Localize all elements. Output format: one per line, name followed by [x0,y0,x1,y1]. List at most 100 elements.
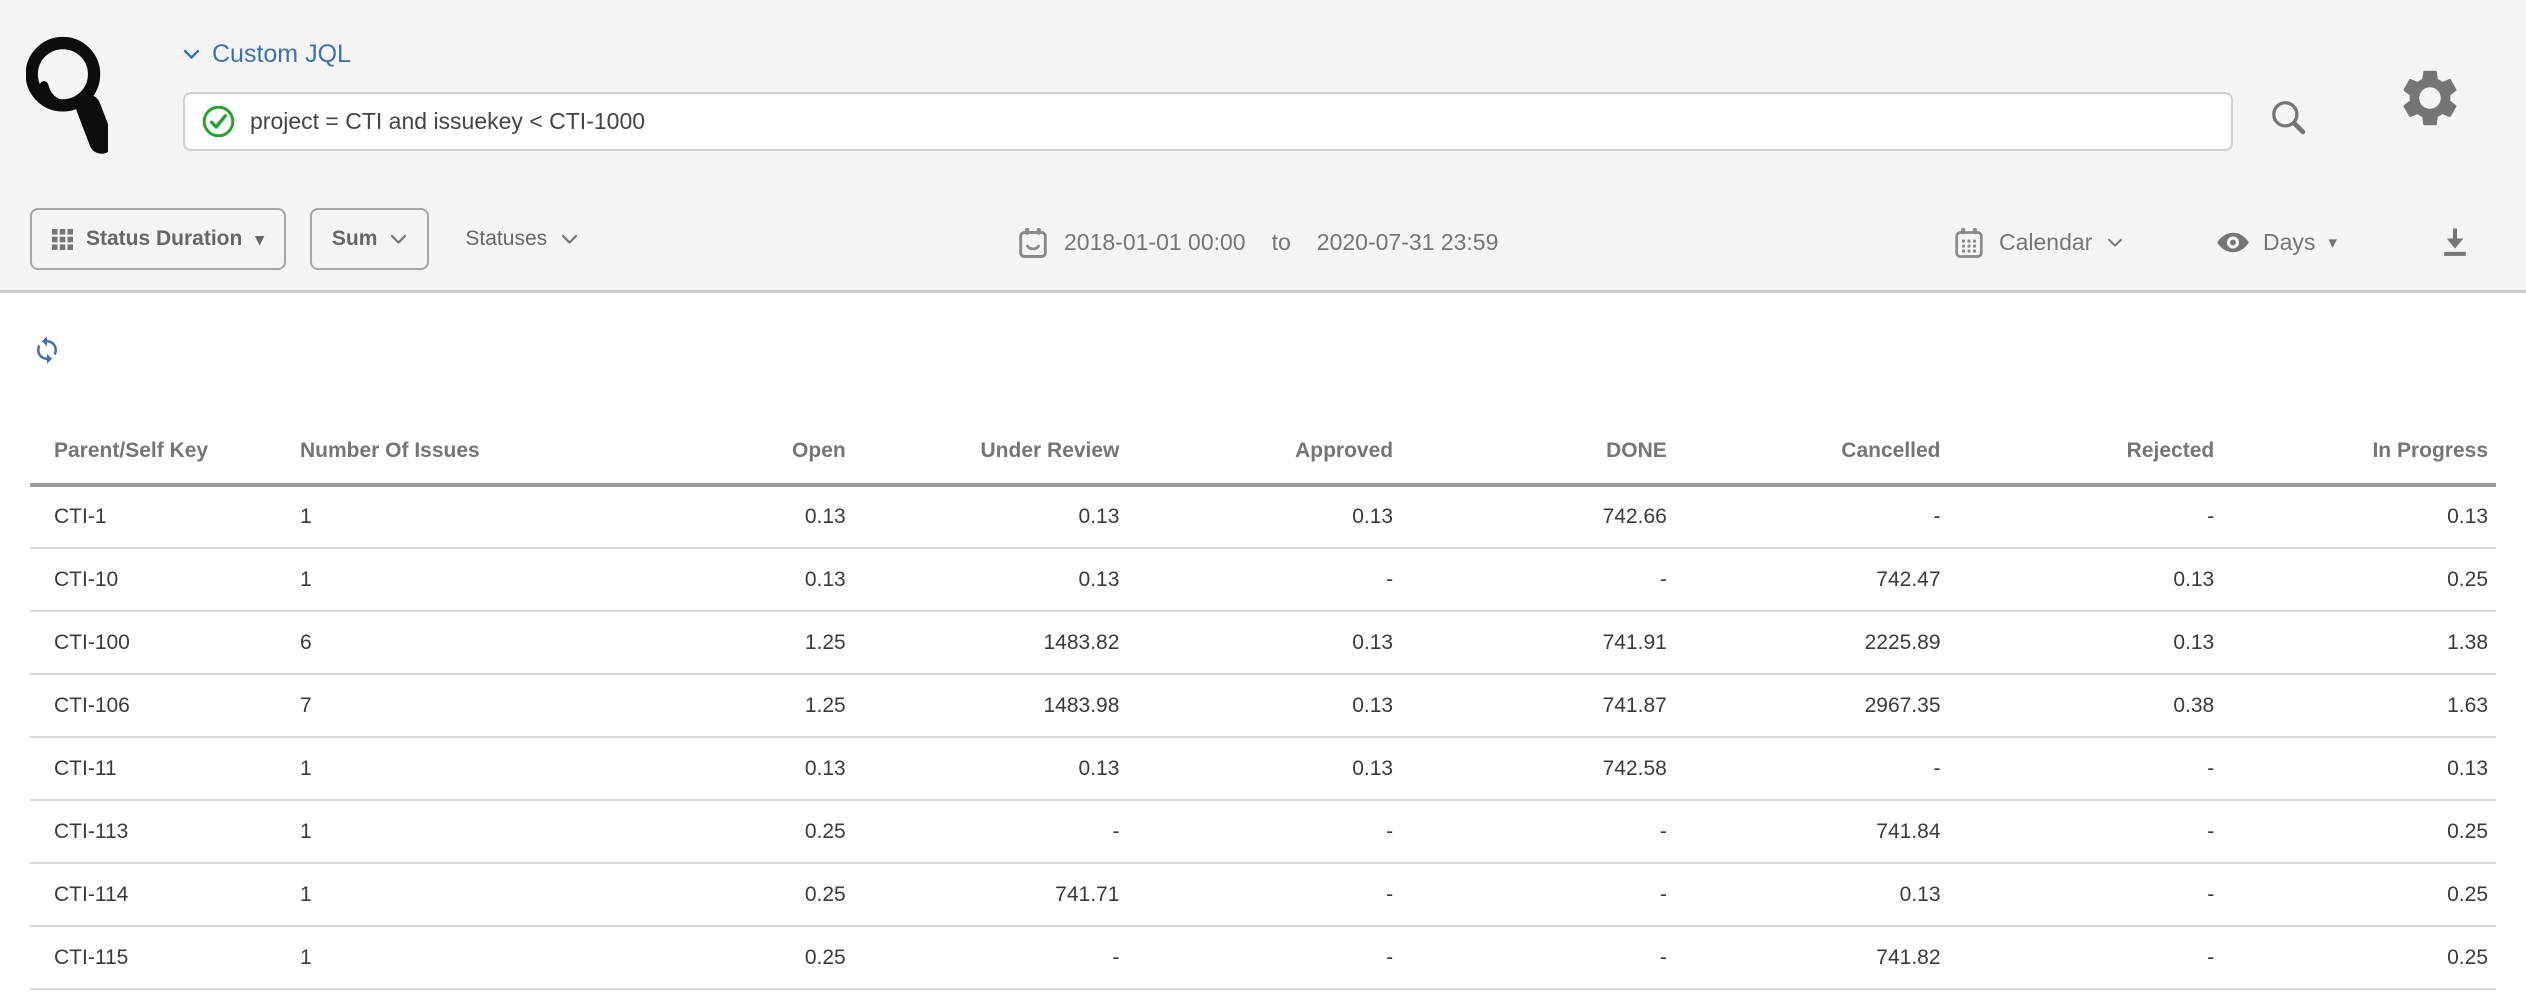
value-cell: - [1401,548,1675,611]
column-header: In Progress [2222,421,2496,485]
value-cell: - [1675,737,1949,800]
aggregation-button[interactable]: Sum [310,208,430,270]
unit-label: Days [2263,229,2315,256]
value-cell: 1 [300,485,580,548]
view-mode-label: Calendar [1999,229,2092,256]
value-cell: 2225.89 [1675,611,1949,674]
value-cell: 741.71 [854,863,1128,926]
column-header: DONE [1401,421,1675,485]
value-cell: - [1127,926,1401,989]
aggregation-label: Sum [332,227,378,251]
value-cell: 0.13 [580,548,854,611]
caret-down-icon: ▾ [255,231,264,248]
value-cell: 0.13 [854,548,1128,611]
value-cell: - [1949,926,2223,989]
value-cell: 1 [300,863,580,926]
value-cell: 0.13 [1127,611,1401,674]
table-row: CTI-11510.25---741.82-0.25 [30,926,2496,989]
value-cell: 0.13 [580,485,854,548]
view-mode-dropdown[interactable]: Calendar [1954,195,2123,290]
value-cell: 1483.82 [854,611,1128,674]
table-header-row: Parent/Self KeyNumber Of IssuesOpenUnder… [30,421,2496,485]
toolbar: Status Duration ▾ Sum Statuses [0,195,2526,290]
value-cell: 0.25 [2222,800,2496,863]
value-cell: 1.25 [580,611,854,674]
statuses-dropdown[interactable]: Statuses [465,227,578,251]
value-cell: 0.13 [580,737,854,800]
search-button[interactable] [2266,96,2312,142]
settings-gear-icon[interactable] [2396,64,2464,132]
column-header: Cancelled [1675,421,1949,485]
value-cell: 0.13 [1127,485,1401,548]
calendar-grid-icon [1954,227,1984,259]
value-cell: 0.38 [1949,674,2223,737]
value-cell: - [1127,800,1401,863]
column-header: Number Of Issues [300,421,580,485]
value-cell: 6 [300,611,580,674]
column-header: Under Review [854,421,1128,485]
top-section: Custom JQL project = CTI and issuekey < … [0,0,2526,293]
table-row: CTI-110.130.130.13742.66--0.13 [30,485,2496,548]
value-cell: 7 [300,674,580,737]
issue-key-cell: CTI-106 [30,674,300,737]
value-cell: 1 [300,926,580,989]
value-cell: 0.25 [2222,863,2496,926]
refresh-icon[interactable] [32,335,62,365]
value-cell: 742.58 [1401,737,1675,800]
value-cell: 1 [300,737,580,800]
value-cell: 741.84 [1675,800,1949,863]
table-row: CTI-10061.251483.820.13741.912225.890.13… [30,611,2496,674]
issue-key-cell: CTI-100 [30,611,300,674]
value-cell: - [854,926,1128,989]
value-cell: 1.38 [2222,611,2496,674]
issue-key-cell: CTI-10 [30,548,300,611]
value-cell: 1.63 [2222,674,2496,737]
value-cell: 741.91 [1401,611,1675,674]
value-cell: - [1949,737,2223,800]
value-cell: - [1401,800,1675,863]
value-cell: 0.25 [580,800,854,863]
value-cell: 0.13 [2222,485,2496,548]
value-cell: - [1127,863,1401,926]
value-cell: 1.25 [580,674,854,737]
chevron-down-icon [561,234,578,245]
date-range-picker[interactable]: 2018-01-01 00:00 to 2020-07-31 23:59 [1018,195,1498,290]
statuses-label: Statuses [465,227,547,251]
date-to: 2020-07-31 23:59 [1317,229,1499,256]
date-from: 2018-01-01 00:00 [1064,229,1246,256]
unit-dropdown[interactable]: Days ▾ [2216,195,2337,290]
value-cell: - [1675,485,1949,548]
value-cell: 1483.98 [854,674,1128,737]
value-cell: 0.13 [2222,737,2496,800]
value-cell: 1 [300,548,580,611]
jql-valid-check-icon [201,104,236,139]
jql-input[interactable]: project = CTI and issuekey < CTI-1000 [183,92,2233,151]
custom-jql-toggle[interactable]: Custom JQL [183,40,351,69]
eye-icon [2216,231,2250,254]
value-cell: - [1949,485,2223,548]
value-cell: 0.13 [1949,548,2223,611]
column-header: Rejected [1949,421,2223,485]
value-cell: 0.13 [1949,611,2223,674]
export-download-icon[interactable] [2436,223,2474,261]
value-cell: 0.25 [580,926,854,989]
issue-key-cell: CTI-115 [30,926,300,989]
issue-key-cell: CTI-1 [30,485,300,548]
issue-key-cell: CTI-113 [30,800,300,863]
value-cell: 0.13 [1675,863,1949,926]
app-logo-magnifier-icon [26,26,108,170]
value-cell: 2967.35 [1675,674,1949,737]
report-type-button[interactable]: Status Duration ▾ [30,208,286,270]
value-cell: 0.13 [1127,737,1401,800]
chevron-down-icon [390,234,407,245]
column-header: Approved [1127,421,1401,485]
column-header: Parent/Self Key [30,421,300,485]
value-cell: 0.25 [580,863,854,926]
value-cell: 742.66 [1401,485,1675,548]
value-cell: - [1949,863,2223,926]
value-cell: 0.13 [854,485,1128,548]
issue-key-cell: CTI-114 [30,863,300,926]
grid-icon [52,229,73,250]
value-cell: - [854,800,1128,863]
custom-jql-label: Custom JQL [212,40,351,69]
